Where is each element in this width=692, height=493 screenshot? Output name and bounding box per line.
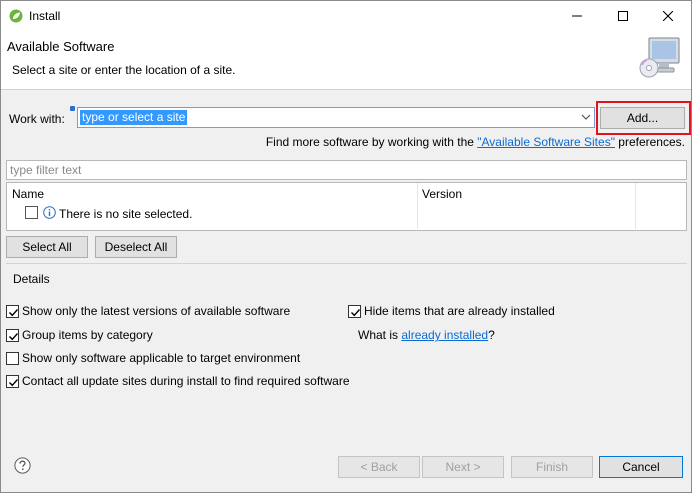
column-header-version[interactable]: Version: [422, 187, 462, 201]
option-latest-versions[interactable]: Show only the latest versions of availab…: [6, 304, 290, 318]
checkbox-unchecked-icon[interactable]: [6, 351, 19, 365]
checkbox-checked-icon[interactable]: [348, 304, 361, 318]
install-monitor-icon: [639, 37, 680, 78]
info-decoration-icon: [70, 106, 75, 111]
chevron-down-icon[interactable]: [581, 112, 591, 122]
work-with-value: type or select a site: [80, 110, 188, 125]
page-title: Available Software: [7, 39, 115, 54]
page-description: Select a site or enter the location of a…: [12, 63, 236, 77]
row-checkbox[interactable]: [25, 206, 38, 219]
work-with-combo[interactable]: type or select a site: [77, 107, 595, 128]
next-button[interactable]: Next >: [422, 456, 504, 478]
empty-row-message: There is no site selected.: [59, 207, 193, 221]
checkbox-checked-icon[interactable]: [6, 304, 19, 318]
spring-leaf-icon: [9, 9, 23, 23]
option-label: Show only the latest versions of availab…: [22, 304, 291, 318]
find-more-suffix: preferences.: [614, 135, 685, 149]
maximize-button[interactable]: [600, 1, 646, 31]
column-header-name[interactable]: Name: [12, 187, 44, 201]
available-software-sites-link[interactable]: "Available Software Sites": [477, 135, 615, 149]
maximize-icon: [618, 11, 628, 21]
minimize-icon: [572, 15, 582, 17]
option-target-environment[interactable]: Show only software applicable to target …: [6, 351, 300, 365]
finish-button[interactable]: Finish: [511, 456, 593, 478]
details-divider: [6, 263, 687, 264]
header-banner: Available Software Select a site or ente…: [1, 31, 691, 90]
title-bar: Install: [1, 1, 691, 31]
filter-placeholder: type filter text: [10, 163, 82, 177]
install-dialog: Install Available Software Select a site…: [0, 0, 692, 493]
option-group-by-category[interactable]: Group items by category: [6, 328, 153, 342]
column-separator: [417, 183, 418, 229]
add-button[interactable]: Add...: [600, 107, 685, 129]
help-icon[interactable]: [14, 457, 31, 474]
what-is-suffix: ?: [488, 328, 495, 342]
option-label: Hide items that are already installed: [364, 304, 555, 318]
option-label: Contact all update sites during install …: [22, 374, 350, 388]
window-title: Install: [29, 9, 61, 23]
info-icon: [43, 206, 56, 219]
close-icon: [663, 11, 673, 21]
filter-input[interactable]: type filter text: [6, 160, 687, 180]
checkbox-checked-icon[interactable]: [6, 374, 19, 388]
what-is-installed: What is already installed?: [358, 328, 495, 342]
column-separator: [635, 183, 636, 229]
option-label: Group items by category: [22, 328, 153, 342]
select-all-button[interactable]: Select All: [6, 236, 88, 258]
find-more-text: Find more software by working with the "…: [266, 135, 685, 149]
find-more-prefix: Find more software by working with the: [265, 135, 478, 149]
close-button[interactable]: [645, 1, 691, 31]
what-is-prefix: What is: [358, 328, 399, 342]
option-label: Show only software applicable to target …: [22, 351, 301, 365]
software-tree-table[interactable]: Name Version There is no site selected.: [6, 182, 687, 231]
back-button[interactable]: < Back: [338, 456, 420, 478]
option-contact-update-sites[interactable]: Contact all update sites during install …: [6, 374, 350, 388]
cancel-button[interactable]: Cancel: [599, 456, 683, 478]
minimize-button[interactable]: [554, 1, 600, 31]
work-with-label: Work with:: [9, 112, 65, 126]
already-installed-link[interactable]: already installed: [401, 328, 488, 342]
details-label: Details: [13, 272, 50, 286]
deselect-all-button[interactable]: Deselect All: [95, 236, 177, 258]
checkbox-checked-icon[interactable]: [6, 328, 19, 342]
option-hide-installed[interactable]: Hide items that are already installed: [348, 304, 555, 318]
